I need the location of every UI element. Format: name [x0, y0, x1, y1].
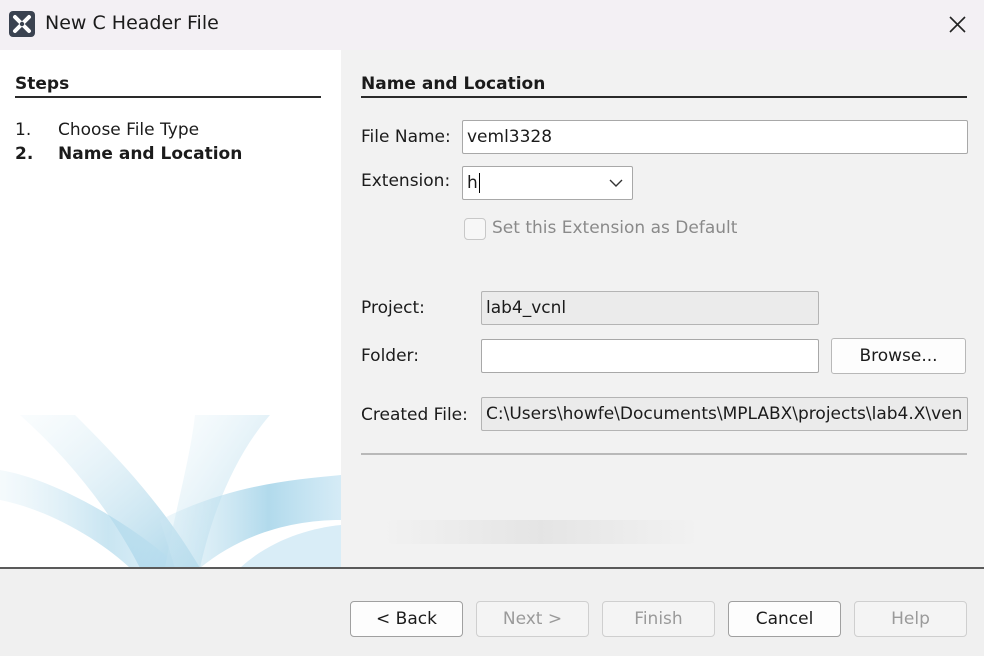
back-button[interactable]: < Back [350, 601, 463, 637]
project-label: Project: [361, 298, 425, 318]
chevron-down-icon[interactable] [608, 176, 624, 190]
section-divider [361, 96, 967, 98]
close-icon [949, 16, 966, 33]
content-divider [361, 453, 967, 455]
step-label: Name and Location [58, 144, 243, 164]
project-field: lab4_vcnl [481, 291, 819, 325]
steps-divider [15, 96, 321, 98]
set-default-label: Set this Extension as Default [492, 218, 738, 238]
close-button[interactable] [940, 8, 974, 42]
extension-value: h [467, 173, 478, 193]
browse-button[interactable]: Browse... [831, 338, 966, 374]
created-file-label: Created File: [361, 405, 468, 425]
file-name-input[interactable]: veml3328 [462, 120, 968, 154]
file-name-label: File Name: [361, 127, 451, 147]
next-button[interactable]: Next > [476, 601, 589, 637]
mplabx-icon [9, 11, 35, 37]
folder-input[interactable] [481, 339, 819, 373]
extension-combobox[interactable]: h [462, 166, 633, 200]
finish-button[interactable]: Finish [602, 601, 715, 637]
button-bar: < Back Next > Finish Cancel Help [0, 569, 984, 656]
cancel-button[interactable]: Cancel [728, 601, 841, 637]
created-file-field: C:\Users\howfe\Documents\MPLABX\projects… [481, 397, 968, 431]
step-number: 1. [15, 120, 32, 140]
folder-label: Folder: [361, 346, 419, 366]
steps-heading: Steps [15, 74, 70, 94]
title-bar: New C Header File [0, 0, 984, 50]
section-title: Name and Location [361, 74, 546, 94]
step-number: 2. [15, 144, 34, 164]
step-label: Choose File Type [58, 120, 200, 140]
help-button[interactable]: Help [854, 601, 967, 637]
window-title: New C Header File [45, 12, 219, 34]
faded-decoration [381, 520, 701, 544]
name-and-location-panel: Name and Location File Name: veml3328 Ex… [341, 50, 984, 568]
wizard-swoosh-graphic [0, 415, 341, 568]
steps-panel: Steps 1. Choose File Type 2. Name and Lo… [0, 50, 341, 568]
text-cursor [478, 173, 480, 193]
set-default-checkbox[interactable] [464, 218, 486, 240]
extension-label: Extension: [361, 171, 451, 191]
